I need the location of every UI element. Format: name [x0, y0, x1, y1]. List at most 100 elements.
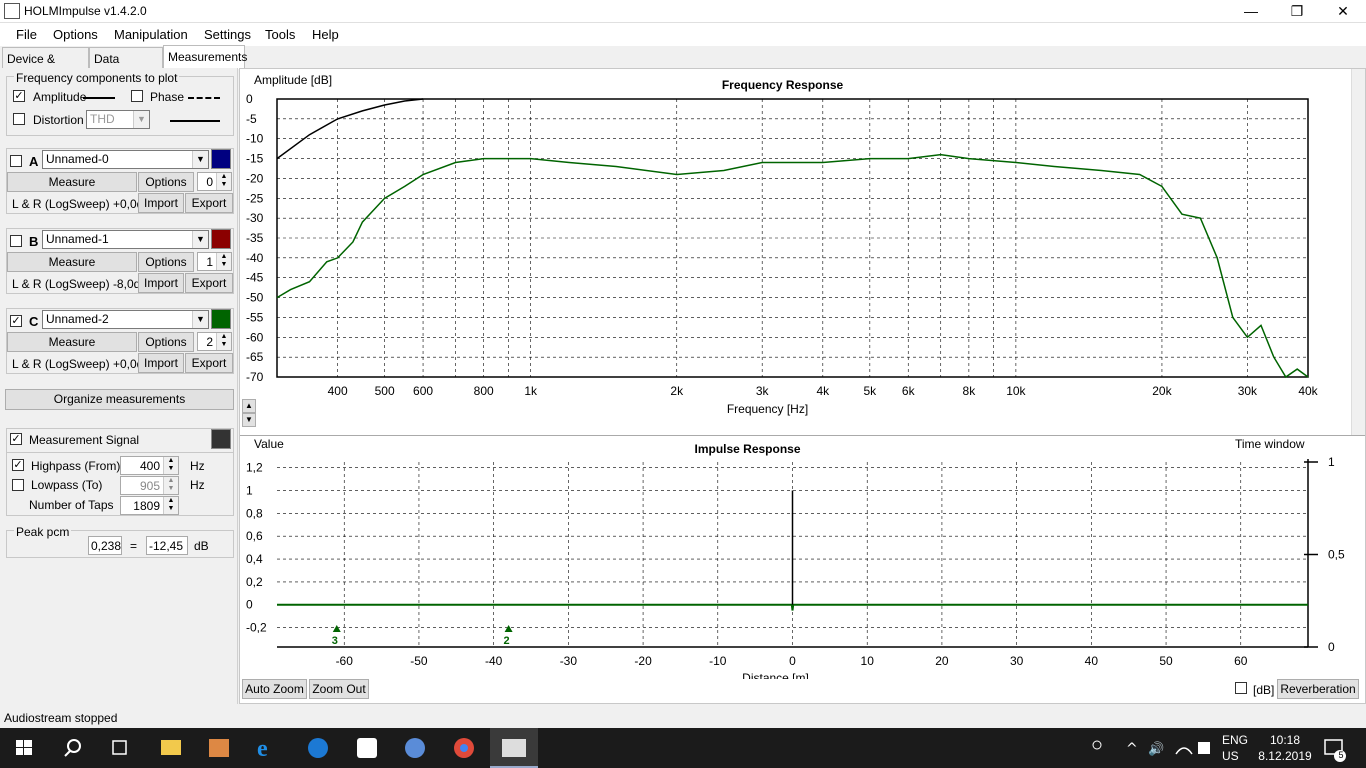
spinner-arrows-icon[interactable]: ▲ ▼	[163, 477, 178, 494]
x-tick-label: 60	[1234, 654, 1248, 668]
spinner-arrows-icon[interactable]: ▲ ▼	[216, 253, 231, 270]
highpass-checkbox[interactable]: ✓	[12, 459, 24, 471]
restore-button[interactable]: ❐	[1274, 0, 1320, 23]
lowpass-checkbox[interactable]	[12, 479, 24, 491]
taps-label: Number of Taps	[29, 498, 114, 512]
measurement-b-checkbox[interactable]	[10, 235, 22, 247]
impulse-response-chart[interactable]: Value Impulse Response Time window Distance…	[240, 437, 1365, 679]
menu-tools[interactable]: Tools	[265, 27, 295, 42]
measurement-signal-checkbox[interactable]: ✓	[10, 433, 22, 445]
volume-icon[interactable]: 🔊	[1148, 740, 1164, 757]
search-icon[interactable]	[64, 739, 81, 757]
measurement-b-name[interactable]: Unnamed-1 ▼	[42, 230, 209, 249]
dropbox-tray-icon[interactable]	[1198, 742, 1210, 754]
measurement-a-checkbox[interactable]	[10, 155, 22, 167]
y-tick-label: -55	[246, 310, 264, 324]
measurement-a-color[interactable]	[211, 149, 231, 169]
app-icon	[4, 3, 20, 19]
measurement-a-measure-button[interactable]: Measure	[7, 172, 137, 192]
measurement-signal-color[interactable]	[211, 429, 231, 449]
amplitude-checkbox[interactable]: ✓	[13, 90, 25, 102]
measurement-b-color[interactable]	[211, 229, 231, 249]
spinner-arrows-icon[interactable]: ▲ ▼	[163, 497, 178, 514]
spinner-arrows-icon[interactable]: ▲ ▼	[216, 173, 231, 190]
measurement-c-options-button[interactable]: Options	[138, 332, 194, 352]
y-tick-label: -30	[246, 211, 264, 225]
taps-input[interactable]: 1809 ▲ ▼	[120, 496, 179, 515]
measurement-c-name[interactable]: Unnamed-2 ▼	[42, 310, 209, 329]
menu-options[interactable]: Options	[53, 27, 98, 42]
measurement-a-index[interactable]: 0 ▲ ▼	[197, 172, 232, 191]
y-tick-label: -10	[246, 132, 264, 146]
tab-measurements[interactable]: Measurements	[163, 45, 247, 69]
lowpass-unit: Hz	[190, 478, 205, 492]
edge-icon[interactable]	[308, 738, 328, 758]
app-icon[interactable]	[209, 739, 229, 757]
db-checkbox[interactable]	[1235, 682, 1247, 694]
people-icon[interactable]	[1092, 740, 1102, 750]
file-explorer-icon[interactable]	[161, 740, 181, 755]
chrome-canary-icon[interactable]	[405, 738, 425, 758]
y-tick-label: 0,4	[246, 552, 263, 566]
measurement-c-color[interactable]	[211, 309, 231, 329]
spinner-arrows-icon[interactable]: ▲ ▼	[163, 457, 178, 474]
measurement-a-import-button[interactable]: Import	[138, 193, 184, 213]
menu-manipulation[interactable]: Manipulation	[114, 27, 188, 42]
scrollbar[interactable]	[1351, 69, 1365, 435]
tab-device-signal[interactable]: Device & Signal	[2, 47, 89, 80]
holmimpulse-taskbar-icon[interactable]	[502, 739, 526, 757]
title-bar: HOLMImpulse v1.4.2.0 — ❐ ✕	[0, 0, 1366, 23]
phase-checkbox[interactable]	[131, 90, 143, 102]
measurement-a-export-button[interactable]: Export	[185, 193, 233, 213]
menu-file[interactable]: File	[16, 27, 37, 42]
scroll-down-button[interactable]: ▼	[242, 413, 256, 427]
scroll-up-button[interactable]: ▲	[242, 399, 256, 413]
internet-explorer-icon[interactable]: e	[257, 736, 268, 762]
measurement-b-options-button[interactable]: Options	[138, 252, 194, 272]
measurement-b-import-button[interactable]: Import	[138, 273, 184, 293]
organize-measurements-button[interactable]: Organize measurements	[5, 389, 234, 410]
measurement-c-index[interactable]: 2 ▲ ▼	[197, 332, 232, 351]
language-indicator[interactable]: ENG US	[1222, 733, 1248, 763]
minimize-button[interactable]: —	[1228, 0, 1274, 23]
distortion-select[interactable]: THD ▼	[86, 110, 150, 129]
clock-time: 10:18	[1269, 733, 1301, 747]
chevron-up-icon[interactable]: ^	[1126, 741, 1138, 757]
tab-data-analysis[interactable]: Data analysis	[89, 47, 163, 80]
measurement-c-export-button[interactable]: Export	[185, 353, 233, 373]
frequency-response-chart[interactable]: Amplitude [dB] Frequency Response Frequenc…	[240, 69, 1357, 424]
y-tick-label: -45	[246, 271, 264, 285]
measurement-a-options-button[interactable]: Options	[138, 172, 194, 192]
distortion-checkbox[interactable]	[13, 113, 25, 125]
highpass-input[interactable]: 400 ▲ ▼	[120, 456, 179, 475]
measurement-a-name[interactable]: Unnamed-0 ▼	[42, 150, 209, 169]
peak-pcm-value: 0,238	[88, 536, 122, 555]
menu-help[interactable]: Help	[312, 27, 339, 42]
menu-settings[interactable]: Settings	[204, 27, 251, 42]
time-window-marker	[332, 625, 341, 632]
measurement-c-import-button[interactable]: Import	[138, 353, 184, 373]
zoom-out-button[interactable]: Zoom Out	[309, 679, 369, 699]
close-button[interactable]: ✕	[1320, 0, 1366, 23]
measurement-b-measure-button[interactable]: Measure	[7, 252, 137, 272]
lowpass-input[interactable]: 905 ▲ ▼	[120, 476, 179, 495]
menu-bar: File Options Manipulation Settings Tools…	[0, 23, 1366, 46]
dropbox-icon[interactable]	[357, 738, 377, 758]
auto-zoom-button[interactable]: Auto Zoom	[242, 679, 307, 699]
clock[interactable]: 10:18 8.12.2019	[1255, 733, 1315, 763]
task-view-icon[interactable]	[112, 740, 127, 755]
x-tick-label: 600	[413, 384, 433, 398]
x-tick-label: 4k	[816, 384, 830, 398]
measurement-b-index[interactable]: 1 ▲ ▼	[197, 252, 232, 271]
y-tick-label: 1,2	[246, 461, 263, 475]
splitter[interactable]	[240, 435, 1365, 436]
measurement-c-checkbox[interactable]: ✓	[10, 315, 22, 327]
measurement-c-measure-button[interactable]: Measure	[7, 332, 137, 352]
windows-start-icon[interactable]	[16, 740, 32, 755]
series-line-0	[276, 153, 1309, 379]
spinner-arrows-icon[interactable]: ▲ ▼	[216, 333, 231, 350]
wifi-icon[interactable]	[1175, 747, 1193, 755]
reverberation-button[interactable]: Reverberation	[1277, 679, 1359, 699]
measurement-b-export-button[interactable]: Export	[185, 273, 233, 293]
x-axis-label: Distance [m]	[742, 671, 809, 679]
